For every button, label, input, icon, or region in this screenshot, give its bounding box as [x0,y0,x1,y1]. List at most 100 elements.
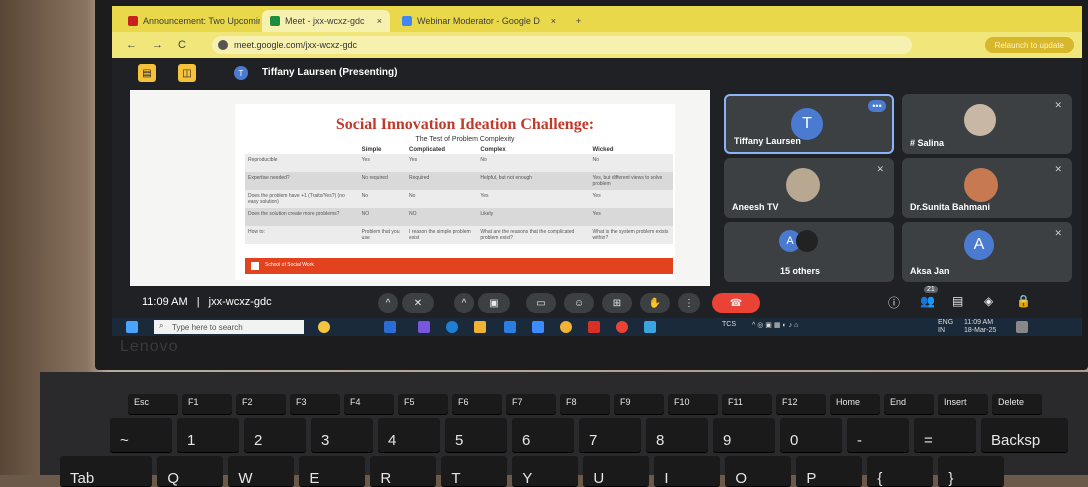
key-4[interactable]: 4 [378,418,440,452]
key-8[interactable]: 8 [646,418,708,452]
key-q[interactable]: Q [157,456,224,487]
key-esc[interactable]: Esc [128,394,178,414]
key-w[interactable]: W [228,456,295,487]
key-f2[interactable]: F2 [236,394,286,414]
key-t[interactable]: T [441,456,508,487]
mic-off-button[interactable]: ✕ [402,293,434,313]
notifications-icon[interactable] [1016,321,1028,333]
key-0[interactable]: 0 [780,418,842,452]
key-f1[interactable]: F1 [182,394,232,414]
app-icon[interactable] [418,321,430,333]
more-options-icon[interactable]: ••• [868,100,886,112]
key-u[interactable]: U [583,456,650,487]
emoji-button[interactable]: ☺ [564,293,594,313]
key-i[interactable]: I [654,456,721,487]
key-6[interactable]: 6 [512,418,574,452]
file-explorer-icon[interactable] [474,321,486,333]
windows-start-icon[interactable] [126,321,138,333]
participant-photo [964,168,998,202]
more-options-button[interactable]: ⋮ [678,293,700,313]
back-button[interactable]: ← [126,39,137,51]
key-tab[interactable]: Tab [60,456,153,487]
captions-button[interactable]: ▭ [526,293,556,313]
info-icon[interactable]: ⓘ [888,294,900,311]
close-icon[interactable]: × [545,16,556,26]
key-insert[interactable]: Insert [938,394,988,414]
participant-tile-others[interactable]: A 15 others [724,222,894,282]
url-field[interactable]: meet.google.com/jxx-wcxz-gdc [212,36,912,54]
present-button[interactable]: ⊞ [602,293,632,313]
key-f7[interactable]: F7 [506,394,556,414]
key-f6[interactable]: F6 [452,394,502,414]
key-r[interactable]: R [370,456,437,487]
forward-button[interactable]: → [152,39,163,51]
key-[interactable]: } [938,456,1005,487]
key-5[interactable]: 5 [445,418,507,452]
reload-button[interactable]: C [178,39,186,51]
participant-tile-tiffany[interactable]: T ••• Tiffany Laursen [724,94,894,154]
presentation-area[interactable]: Social Innovation Ideation Challenge: Th… [130,90,710,286]
key-2[interactable]: 2 [244,418,306,452]
key-y[interactable]: Y [512,456,579,487]
video-options-button[interactable]: ^ [454,293,474,313]
app-icon[interactable] [588,321,600,333]
key-f9[interactable]: F9 [614,394,664,414]
edge-icon[interactable] [446,321,458,333]
key-o[interactable]: O [725,456,792,487]
chrome-active-icon[interactable] [616,321,628,333]
tab-announcement[interactable]: Announcement: Two Upcoming × [120,10,260,32]
key-f4[interactable]: F4 [344,394,394,414]
raise-hand-button[interactable]: ✋ [640,293,670,313]
participant-tile-salina[interactable]: ✕ # Salina [902,94,1072,154]
key-[interactable]: { [867,456,934,487]
key-[interactable]: - [847,418,909,452]
key-f12[interactable]: F12 [776,394,826,414]
key-delete[interactable]: Delete [992,394,1042,414]
key-backsp[interactable]: Backsp [981,418,1068,452]
taskbar-search[interactable]: ⌕ Type here to search [154,320,304,334]
audio-options-button[interactable]: ^ [378,293,398,313]
tcs-tray-item[interactable]: TCS [722,321,736,328]
mail-icon[interactable] [532,321,544,333]
key-f11[interactable]: F11 [722,394,772,414]
camera-off-button[interactable]: ▣ [478,293,510,313]
participant-tile-aneesh[interactable]: ✕ Aneesh TV [724,158,894,218]
language-indicator[interactable]: ENG IN [938,319,953,335]
end-call-button[interactable]: ☎ [712,293,760,313]
close-icon[interactable]: × [371,16,382,26]
tab-webinar[interactable]: Webinar Moderator - Google D × [394,10,564,32]
activities-icon[interactable]: ◈ [984,294,993,308]
app-icon[interactable] [644,321,656,333]
layout-icon[interactable]: ◫ [178,64,196,82]
tab-meet[interactable]: Meet - jxx-wcxz-gdc × [262,10,390,32]
widgets-icon[interactable] [318,321,330,333]
key-7[interactable]: 7 [579,418,641,452]
key-[interactable]: ~ [110,418,172,452]
key-3[interactable]: 3 [311,418,373,452]
key-p[interactable]: P [796,456,863,487]
key-home[interactable]: Home [830,394,880,414]
activities-icon[interactable]: ▤ [138,64,156,82]
chrome-icon[interactable] [560,321,572,333]
store-icon[interactable] [504,321,516,333]
task-view-icon[interactable] [384,321,396,333]
taskbar-clock[interactable]: 11:09 AM 18-Mar-25 [964,319,996,335]
key-f8[interactable]: F8 [560,394,610,414]
host-controls-icon[interactable]: 🔒 [1016,294,1031,308]
new-tab-button[interactable]: + [568,10,592,32]
key-f5[interactable]: F5 [398,394,448,414]
site-info-icon[interactable] [218,40,228,50]
key-[interactable]: = [914,418,976,452]
relaunch-button[interactable]: Relaunch to update [984,37,1074,53]
key-end[interactable]: End [884,394,934,414]
key-f10[interactable]: F10 [668,394,718,414]
key-e[interactable]: E [299,456,366,487]
participant-tile-sunita[interactable]: ✕ Dr.Sunita Bahmani [902,158,1072,218]
chat-icon[interactable]: ▤ [952,294,963,308]
key-1[interactable]: 1 [177,418,239,452]
key-f3[interactable]: F3 [290,394,340,414]
system-tray-icons[interactable]: ^ ◎ ▣ ▦ ◐ ♪ ⌂ [752,321,798,329]
people-icon[interactable]: 👥 [920,294,935,308]
participant-tile-aksa[interactable]: A ✕ Aksa Jan [902,222,1072,282]
key-9[interactable]: 9 [713,418,775,452]
